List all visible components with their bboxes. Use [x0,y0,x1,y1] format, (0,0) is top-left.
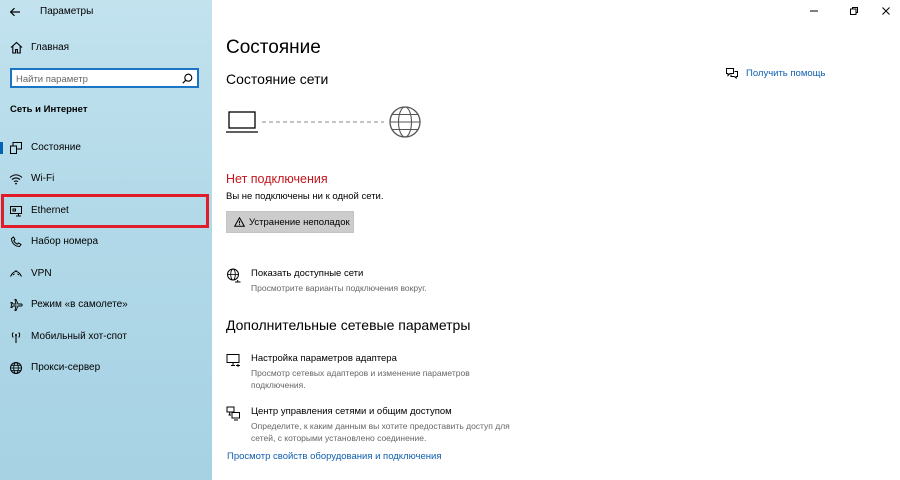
troubleshoot-button[interactable]: Устранение неполадок [226,211,354,233]
sidebar-item-dialup[interactable]: Набор номера [0,227,212,257]
minimize-icon [810,10,818,12]
advanced-settings-heading: Дополнительные сетевые параметры [226,317,471,333]
sidebar-item-label: Ethernet [31,205,69,216]
active-marker [0,142,3,154]
sidebar-item-proxy[interactable]: Прокси-сервер [0,353,212,383]
show-networks-title: Показать доступные сети [251,268,364,279]
title-bar-left: Параметры [0,0,212,24]
sidebar-item-wifi[interactable]: Wi-Fi [0,164,212,194]
adapter-settings-option[interactable]: Настройка параметров адаптера Просмотр с… [226,353,526,393]
globe-network-icon [227,268,241,283]
page-title: Состояние [226,37,321,58]
close-icon [882,7,890,15]
get-help-label: Получить помощь [746,68,826,79]
sidebar-item-label: Режим «в самолете» [31,299,128,310]
hardware-properties-link[interactable]: Просмотр свойств оборудования и подключе… [227,451,441,462]
sidebar-item-status[interactable]: Состояние [0,133,212,163]
search-input[interactable] [16,72,176,86]
sidebar-item-label: Прокси-сервер [31,362,101,373]
warning-icon [234,217,245,227]
sidebar-item-label: Мобильный хот-спот [31,331,127,342]
show-networks-description: Просмотрите варианты подключения вокруг. [251,283,427,293]
adapter-settings-description: Просмотр сетевых адаптеров и изменение п… [251,368,470,390]
search-icon[interactable] [182,73,193,84]
sidebar-item-hotspot[interactable]: Мобильный хот-спот [0,322,212,352]
connection-status-description: Вы не подключены ни к одной сети. [226,191,384,202]
help-chat-icon [726,68,738,79]
adapter-icon [226,354,240,367]
wifi-icon [9,174,23,185]
app-title: Параметры [40,6,94,17]
maximize-button[interactable] [840,2,868,20]
network-center-option[interactable]: Центр управления сетями и общим доступом… [226,406,526,446]
network-status-heading: Состояние сети [226,71,329,87]
connection-status-text: Нет подключения [226,172,328,186]
sidebar-item-ethernet[interactable]: Ethernet [0,196,212,226]
internet-globe-icon [389,106,421,138]
show-networks-option[interactable]: Показать доступные сети Просмотрите вари… [226,268,526,296]
minimize-button[interactable] [800,2,828,20]
adapter-settings-title: Настройка параметров адаптера [251,353,397,364]
back-button[interactable] [4,2,26,22]
vpn-icon [10,270,22,277]
network-diagram [226,106,421,138]
search-box[interactable] [10,68,199,88]
sidebar-item-label: Набор номера [31,236,99,247]
restore-icon [850,7,858,15]
laptop-icon [226,111,258,133]
sidebar-item-label: Wi-Fi [31,173,55,184]
network-center-description: Определите, к каким данным вы хотите пре… [251,421,510,443]
sidebar-item-label: Состояние [31,142,81,153]
hotspot-icon [11,332,21,343]
close-button[interactable] [872,2,900,20]
sidebar: Параметры Главная Сеть и Интернет Состоя… [0,0,212,480]
section-title: Сеть и Интернет [10,104,88,115]
home-icon [10,41,23,54]
globe-icon [10,362,22,374]
home-link[interactable]: Главная [0,38,212,58]
ethernet-icon [10,206,22,217]
dialup-icon [10,236,22,248]
airplane-icon [10,299,23,311]
network-center-icon [226,406,240,421]
network-center-title: Центр управления сетями и общим доступом [251,406,452,417]
sidebar-item-airplane[interactable]: Режим «в самолете» [0,290,212,320]
home-label: Главная [31,42,70,53]
sidebar-item-vpn[interactable]: VPN [0,259,212,289]
back-arrow-icon [9,7,20,17]
sidebar-item-label: VPN [31,268,52,279]
troubleshoot-label: Устранение неполадок [249,217,350,228]
status-icon [10,142,22,154]
